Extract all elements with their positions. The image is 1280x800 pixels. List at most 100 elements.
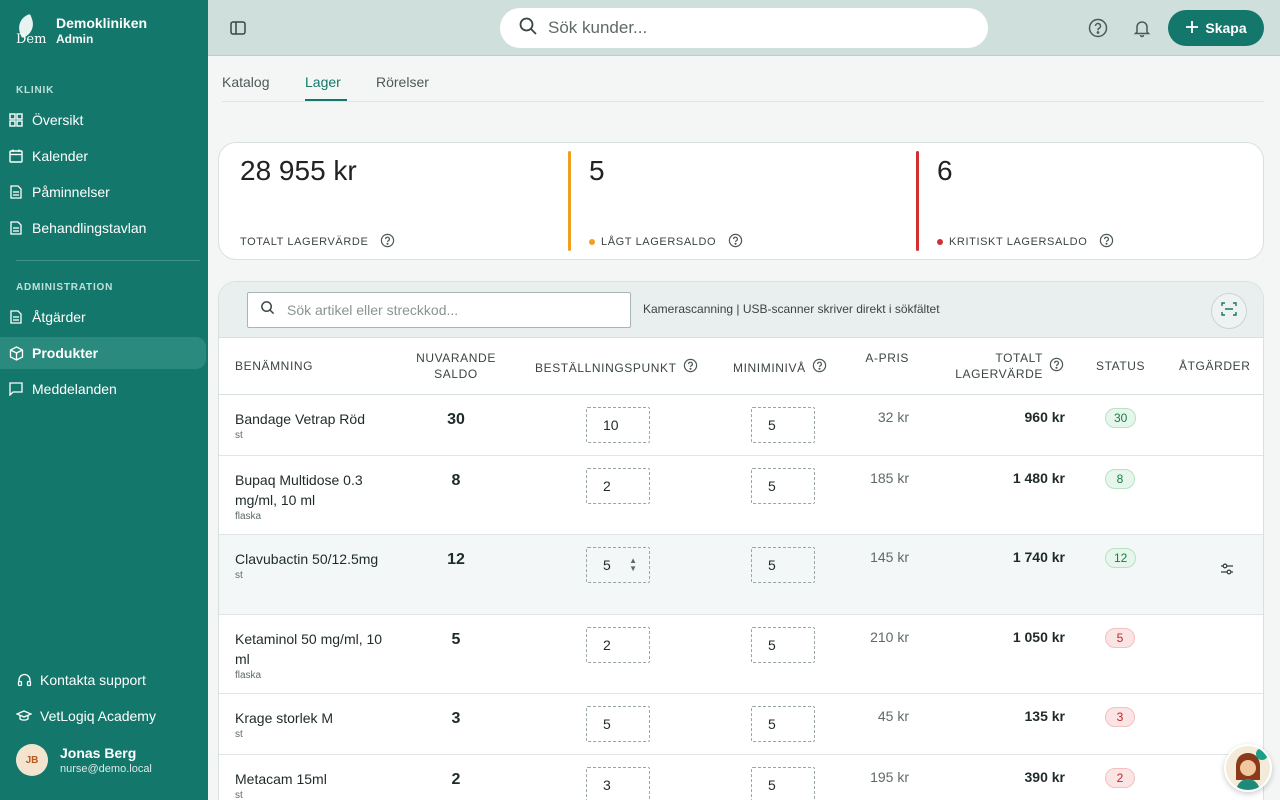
scan-icon: [1221, 301, 1237, 322]
min-level-input[interactable]: 5: [751, 706, 815, 742]
sidebar-item-label: Översikt: [32, 112, 84, 128]
unit-price: 210 kr: [870, 629, 909, 645]
avatar: JB: [16, 744, 48, 776]
product-name-text: Krage storlek M: [235, 710, 334, 726]
info-icon[interactable]: [380, 233, 395, 251]
critical-stock-bar: [916, 151, 919, 251]
table-row[interactable]: Krage storlek M st 3 5 5 45 kr 135 kr 3: [219, 694, 1263, 755]
sidebar: Dem Demokliniken Admin KLINIK Översikt K…: [0, 0, 208, 800]
logo-text: Dem: [16, 32, 47, 47]
order-point-value: 5: [603, 557, 611, 573]
customer-search-input[interactable]: Sök kunder...: [500, 8, 988, 48]
col-header-status[interactable]: STATUS: [1096, 358, 1145, 374]
col-header-saldo[interactable]: NUVARANDE SALDO: [411, 350, 501, 382]
critical-stock-label-text: KRITISKT LAGERSALDO: [949, 236, 1088, 248]
user-profile[interactable]: JB Jonas Berg nurse@demo.local: [16, 744, 152, 776]
info-icon[interactable]: [683, 358, 698, 377]
unit-price: 45 kr: [877, 708, 909, 724]
min-level-value: 5: [768, 777, 776, 793]
scanner-hint: Kamerascanning | USB-scanner skriver dir…: [643, 302, 940, 316]
sidebar-item-kalender[interactable]: Kalender: [0, 140, 208, 172]
order-point-input[interactable]: 10: [586, 407, 650, 443]
clinic-logo: Dem: [15, 13, 47, 47]
product-unit: st: [235, 729, 243, 740]
sidebar-item-produkter[interactable]: Produkter: [0, 337, 206, 369]
order-point-input[interactable]: 5 ▲ ▼: [586, 547, 650, 583]
col-header-name[interactable]: BENÄMNING: [235, 358, 313, 374]
low-stock-label-text: LÅGT LAGERSALDO: [601, 236, 717, 248]
table-row[interactable]: Ketaminol 50 mg/ml, 10 ml flaska 5 2 5 2…: [219, 615, 1263, 694]
col-header-total[interactable]: TOTALT LAGERVÄRDE: [943, 350, 1064, 382]
col-header-min-level[interactable]: MINIMINIVÅ: [733, 358, 827, 377]
number-spinner-icon[interactable]: ▲ ▼: [629, 557, 637, 573]
article-search-input[interactable]: Sök artikel eller streckkod...: [247, 292, 631, 328]
adjust-stock-icon[interactable]: [1219, 561, 1235, 577]
sidebar-item-oversikt[interactable]: Översikt: [0, 104, 208, 136]
tab-rorelser[interactable]: Rörelser: [376, 74, 429, 90]
academy-link[interactable]: VetLogiq Academy: [0, 700, 208, 732]
min-level-input[interactable]: 5: [751, 627, 815, 663]
sidebar-item-label: Produkter: [32, 345, 99, 361]
col-header-order-point[interactable]: BESTÄLLNINGSPUNKT: [535, 358, 698, 377]
min-level-input[interactable]: 5: [751, 547, 815, 583]
order-point-value: 10: [603, 417, 619, 433]
table-row[interactable]: Bupaq Multidose 0.3 mg/ml, 10 ml flaska …: [219, 456, 1263, 535]
col-header-price[interactable]: A-PRIS: [865, 350, 909, 366]
min-level-input[interactable]: 5: [751, 767, 815, 800]
info-icon[interactable]: [1049, 357, 1064, 376]
current-saldo: 3: [451, 710, 461, 727]
brand[interactable]: Dem Demokliniken Admin: [15, 13, 147, 47]
unit-price: 32 kr: [877, 409, 909, 425]
camera-scan-button[interactable]: [1211, 293, 1247, 329]
document-icon: [8, 220, 24, 236]
status-badge: 12: [1105, 548, 1137, 568]
sidebar-toggle-icon[interactable]: [228, 18, 248, 38]
info-icon[interactable]: [728, 233, 743, 251]
table-row[interactable]: Metacam 15ml st 2 3 5 195 kr 390 kr 2: [219, 755, 1263, 800]
total-value-cell: 1 740 kr: [1012, 549, 1065, 565]
status-badge: 2: [1105, 768, 1135, 788]
order-point-input[interactable]: 2: [586, 627, 650, 663]
total-value-label: TOTALT LAGERVÄRDE: [240, 233, 395, 251]
tabs-divider: [222, 101, 1264, 102]
sidebar-item-paminnelser[interactable]: Påminnelser: [0, 176, 208, 208]
section-label-klinik: KLINIK: [16, 85, 55, 96]
order-point-input[interactable]: 3: [586, 767, 650, 800]
academy-label: VetLogiq Academy: [40, 708, 156, 724]
total-value-cell: 135 kr: [1024, 708, 1065, 724]
topbar: Sök kunder... Skapa: [208, 0, 1280, 56]
sidebar-item-meddelanden[interactable]: Meddelanden: [0, 373, 208, 405]
calendar-icon: [8, 148, 24, 164]
sidebar-item-behandlingstavlan[interactable]: Behandlingstavlan: [0, 212, 208, 244]
user-email: nurse@demo.local: [60, 763, 152, 775]
tab-katalog[interactable]: Katalog: [222, 74, 269, 90]
info-icon[interactable]: [1099, 233, 1114, 251]
inventory-table-card: Sök artikel eller streckkod... Kamerasca…: [218, 281, 1264, 800]
status-badge: 5: [1105, 628, 1135, 648]
table-row[interactable]: Bandage Vetrap Röd st 30 10 5 32 kr 960 …: [219, 395, 1263, 456]
bell-icon[interactable]: [1132, 18, 1152, 38]
unit-price: 145 kr: [870, 549, 909, 565]
product-unit: st: [235, 790, 243, 800]
info-icon[interactable]: [812, 358, 827, 377]
current-saldo: 2: [451, 771, 461, 788]
sidebar-item-atgarder[interactable]: Åtgärder: [0, 301, 208, 333]
contact-support-link[interactable]: Kontakta support: [0, 664, 208, 696]
table-row[interactable]: Clavubactin 50/12.5mg st 12 5 ▲ ▼ 5 145 k…: [219, 535, 1263, 615]
create-button[interactable]: Skapa: [1168, 10, 1264, 46]
sidebar-item-label: Åtgärder: [32, 309, 86, 325]
min-level-input[interactable]: 5: [751, 407, 815, 443]
search-icon: [518, 16, 538, 41]
tab-lager[interactable]: Lager: [305, 74, 341, 90]
min-level-input[interactable]: 5: [751, 468, 815, 504]
col-header-order-point-label: BESTÄLLNINGSPUNKT: [535, 360, 677, 375]
order-point-value: 2: [603, 637, 611, 653]
col-header-total-label: TOTALT LAGERVÄRDE: [955, 351, 1043, 381]
status-badge: 8: [1105, 469, 1135, 489]
order-point-input[interactable]: 5: [586, 706, 650, 742]
order-point-input[interactable]: 2: [586, 468, 650, 504]
assistant-avatar-button[interactable]: [1224, 744, 1272, 792]
help-icon[interactable]: [1088, 18, 1108, 38]
critical-stock-count: 6: [937, 155, 953, 186]
total-value-cell: 1 050 kr: [1012, 629, 1065, 645]
